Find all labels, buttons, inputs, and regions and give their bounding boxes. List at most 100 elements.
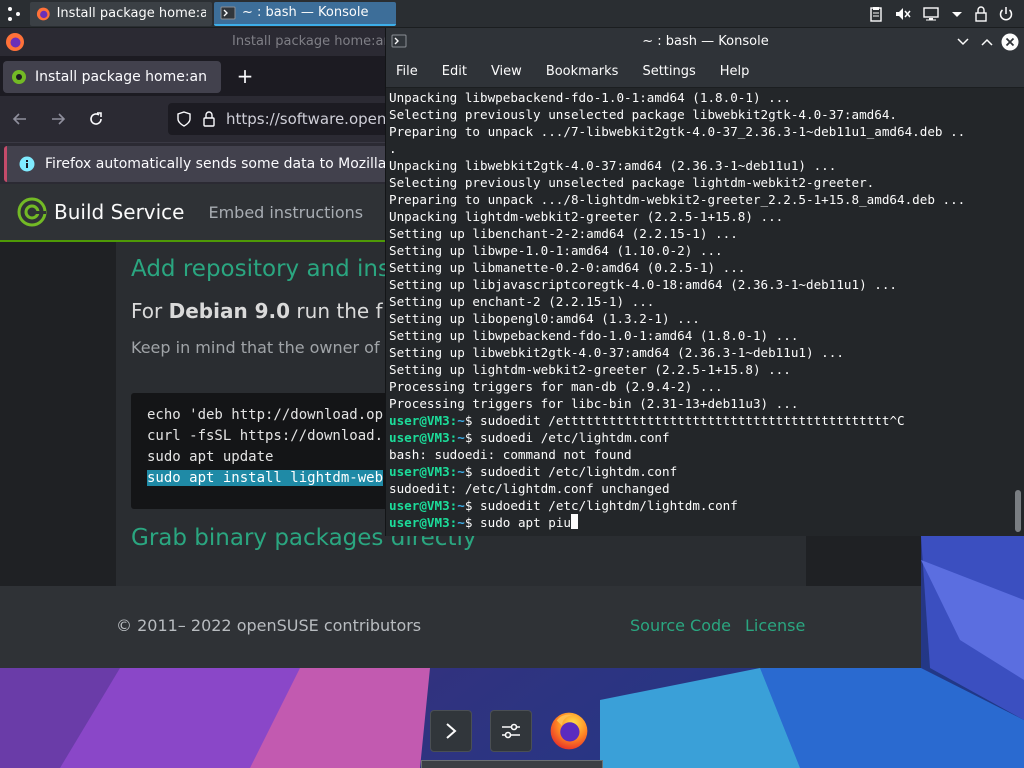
menu-view[interactable]: View — [479, 64, 534, 79]
menu-settings[interactable]: Settings — [630, 64, 707, 79]
terminal-prompt-line: user@VM3:~$ sudoedit /ettttttttttttttttt… — [389, 412, 1011, 429]
reload-icon — [90, 112, 102, 125]
terminal-line: . — [389, 141, 397, 156]
dock-firefox-button[interactable] — [548, 710, 590, 752]
dock-settings-button[interactable] — [490, 710, 532, 752]
terminal-line: Processing triggers for libc-bin (2.31-1… — [389, 396, 799, 411]
window-title: Install package home:an — [232, 34, 392, 49]
command-text: sudoedit /etc/lightdm/lightdm.conf — [480, 498, 738, 513]
menu-file[interactable]: File — [386, 64, 430, 79]
browser-tab[interactable]: Install package home:an — [3, 61, 221, 93]
prompt-path: ~ — [457, 464, 465, 479]
menu-help[interactable]: Help — [708, 64, 762, 79]
forward-button[interactable] — [40, 104, 76, 134]
terminal-prompt-line: user@VM3:~$ sudoedit /etc/lightdm.conf — [389, 463, 1011, 480]
shield-icon[interactable] — [176, 111, 192, 127]
minimize-button[interactable] — [953, 32, 973, 52]
terminal-line: Processing triggers for man-db (2.9.4-2)… — [389, 379, 723, 394]
prompt-user: user@VM3 — [389, 515, 450, 530]
firefox-icon — [550, 712, 588, 750]
lock-icon[interactable] — [202, 111, 216, 127]
distro-name: Debian 9.0 — [168, 299, 291, 323]
prompt-user: user@VM3 — [389, 413, 450, 428]
prompt-dollar: $ — [464, 464, 481, 479]
menu-bookmarks[interactable]: Bookmarks — [534, 64, 631, 79]
network-icon[interactable] — [922, 6, 940, 22]
command-text: sudoedi /etc/lightdm.conf — [480, 430, 670, 445]
lock-icon[interactable] — [974, 6, 988, 22]
command-text: sudoedit /etc/lightdm.conf — [480, 464, 678, 479]
terminal-line: Selecting previously unselected package … — [389, 107, 897, 122]
license-link[interactable]: License — [745, 616, 805, 635]
selected-text: sudo apt install lightdm-web — [147, 470, 384, 486]
taskbar-task-konsole[interactable]: ~ : bash — Konsole — [214, 1, 396, 26]
for-suffix: run the f — [290, 299, 383, 323]
terminal-line: Preparing to unpack .../8-lightdm-webkit… — [389, 192, 966, 207]
arrow-right-icon — [52, 113, 66, 125]
terminal-line: Setting up lightdm-webkit2-greeter (2.2.… — [389, 362, 791, 377]
clipboard-icon[interactable] — [868, 6, 884, 22]
dock-konsole-button[interactable] — [430, 710, 472, 752]
prompt-dollar: $ — [464, 413, 481, 428]
embed-instructions-link[interactable]: Embed instructions — [208, 203, 363, 222]
terminal-line: Setting up libwebkit2gtk-4.0-37:amd64 (2… — [389, 345, 844, 360]
chevron-down-icon[interactable] — [950, 6, 964, 22]
application-launcher[interactable] — [0, 0, 28, 28]
top-panel: Install package home:a... ~ : bash — Kon… — [0, 0, 1024, 28]
konsole-titlebar[interactable]: ~ : bash — Konsole — [386, 28, 1024, 56]
terminal-prompt-line: user@VM3:~$ sudoedit /etc/lightdm/lightd… — [389, 497, 1011, 514]
firefox-icon — [6, 33, 24, 51]
taskbar-task-firefox[interactable]: Install package home:a... — [30, 1, 212, 26]
kde-launcher-icon — [8, 6, 20, 21]
prompt-user: user@VM3 — [389, 464, 450, 479]
terminal-line: Unpacking libwpebackend-fdo-1.0-1:amd64 … — [389, 90, 791, 105]
tab-title: Install package home:an — [35, 69, 208, 85]
new-tab-button[interactable]: + — [232, 64, 258, 90]
terminal-line: Setting up libwpe-1.0-1:amd64 (1.10.0-2)… — [389, 243, 723, 258]
chevron-up-icon — [981, 38, 993, 46]
terminal-line: Unpacking lightdm-webkit2-greeter (2.2.5… — [389, 209, 784, 224]
maximize-button[interactable] — [977, 32, 997, 52]
terminal-prompt-icon — [446, 723, 457, 739]
prompt-user: user@VM3 — [389, 498, 450, 513]
prompt-path: ~ — [457, 413, 465, 428]
terminal-line: Setting up libopengl0:amd64 (1.3.2-1) ..… — [389, 311, 700, 326]
command-text: sudoedit /ettttttttttttttttttttttttttttt… — [480, 413, 905, 428]
opensuse-logo-icon[interactable] — [16, 196, 48, 228]
prompt-path: ~ — [457, 498, 465, 513]
konsole-window: ~ : bash — Konsole File Edit View Bookma… — [385, 28, 1024, 536]
terminal-prompt-line: user@VM3:~$ sudoedi /etc/lightdm.conf — [389, 429, 1011, 446]
terminal-scrollbar[interactable] — [1011, 88, 1024, 536]
info-icon — [19, 156, 35, 172]
prompt-path: ~ — [457, 515, 465, 530]
sliders-icon — [502, 723, 520, 739]
arrow-left-icon — [12, 113, 26, 125]
prompt-user: user@VM3 — [389, 430, 450, 445]
konsole-icon — [220, 6, 236, 19]
volume-muted-icon[interactable] — [894, 6, 912, 22]
terminal-line: Setting up enchant-2 (2.2.15-1) ... — [389, 294, 655, 309]
terminal-line: Unpacking libwebkit2gtk-4.0-37:amd64 (2.… — [389, 158, 837, 173]
distro-instruction: For Debian 9.0 run the f — [131, 299, 383, 323]
taskbar-task-label: Install package home:a... — [56, 6, 206, 21]
close-icon — [1001, 33, 1019, 51]
reload-button[interactable] — [78, 104, 114, 134]
page-footer: © 2011– 2022 openSUSE contributors Sourc… — [0, 586, 921, 668]
prompt-path: ~ — [457, 430, 465, 445]
scrollbar-thumb[interactable] — [1015, 490, 1021, 532]
menu-edit[interactable]: Edit — [430, 64, 479, 79]
add-repository-heading: Add repository and ins — [131, 256, 390, 282]
terminal-line: Setting up libmanette-0.2-0:amd64 (0.2.5… — [389, 260, 746, 275]
source-code-link[interactable]: Source Code — [630, 616, 731, 635]
brand-title[interactable]: Build Service — [54, 200, 184, 224]
terminal-output[interactable]: Unpacking libwpebackend-fdo-1.0-1:amd64 … — [386, 88, 1011, 536]
text-cursor — [571, 514, 579, 529]
back-button[interactable] — [2, 104, 38, 134]
terminal-line: Setting up libwpebackend-fdo-1.0-1:amd64… — [389, 328, 799, 343]
close-button[interactable] — [1000, 32, 1020, 52]
prompt-dollar: $ — [464, 515, 481, 530]
taskbar-task-label: ~ : bash — Konsole — [242, 5, 369, 20]
copyright-text: © 2011– 2022 openSUSE contributors — [116, 616, 422, 635]
power-icon[interactable] — [998, 6, 1014, 22]
terminal-line: sudoedit: /etc/lightdm.conf unchanged — [389, 481, 670, 496]
